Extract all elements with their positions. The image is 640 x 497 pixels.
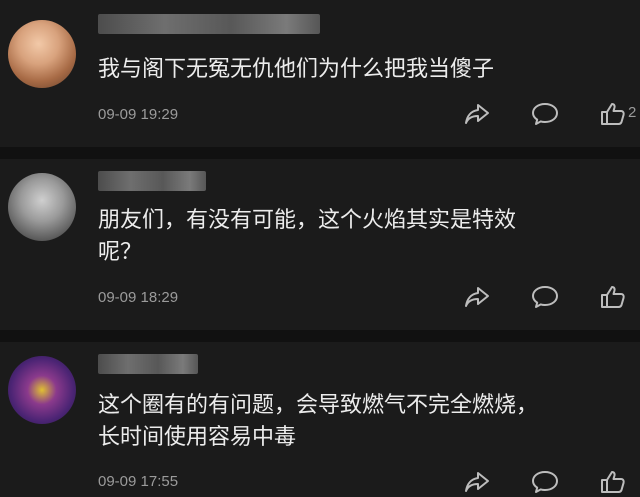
thumbs-up-icon	[599, 469, 627, 495]
divider	[0, 330, 640, 342]
like-button[interactable]	[598, 283, 628, 311]
comment-time: 09-09 17:55	[98, 473, 179, 490]
reply-button[interactable]	[530, 100, 560, 128]
thumbs-up-icon	[599, 101, 627, 127]
reply-button[interactable]	[530, 283, 560, 311]
comment-time: 09-09 18:29	[98, 289, 179, 306]
like-button[interactable]	[598, 100, 628, 128]
like-button[interactable]	[598, 468, 628, 496]
share-icon	[464, 470, 490, 494]
comment-text: 这个圈有的有问题，会导致燃气不完全燃烧， 长时间使用容易中毒	[98, 393, 539, 450]
share-icon	[464, 102, 490, 126]
reply-icon	[531, 101, 559, 127]
username-blurred[interactable]	[98, 171, 206, 191]
username-blurred[interactable]	[98, 14, 320, 34]
avatar[interactable]	[8, 356, 76, 424]
reply-icon	[531, 469, 559, 495]
comment-item: 朋友们，有没有可能，这个火焰其实是特效 呢？ 09-09 18:29	[0, 159, 640, 330]
avatar[interactable]	[8, 20, 76, 88]
reply-button[interactable]	[530, 468, 560, 496]
avatar[interactable]	[8, 173, 76, 241]
comment-text: 我与阁下无冤无仇他们为什么把我当傻子	[98, 57, 495, 82]
comment-text: 朋友们，有没有可能，这个火焰其实是特效 呢？	[98, 208, 517, 265]
comment-time: 09-09 19:29	[98, 106, 179, 123]
reply-icon	[531, 284, 559, 310]
divider	[0, 147, 640, 159]
comment-item: 我与阁下无冤无仇他们为什么把我当傻子 09-09 19:29 2	[0, 0, 640, 146]
share-icon	[464, 285, 490, 309]
share-button[interactable]	[462, 468, 492, 496]
like-count: 2	[628, 104, 637, 121]
share-button[interactable]	[462, 100, 492, 128]
username-blurred[interactable]	[98, 354, 198, 374]
comment-item: 这个圈有的有问题，会导致燃气不完全燃烧， 长时间使用容易中毒 09-09 17:…	[0, 342, 640, 497]
thumbs-up-icon	[599, 284, 627, 310]
share-button[interactable]	[462, 283, 492, 311]
